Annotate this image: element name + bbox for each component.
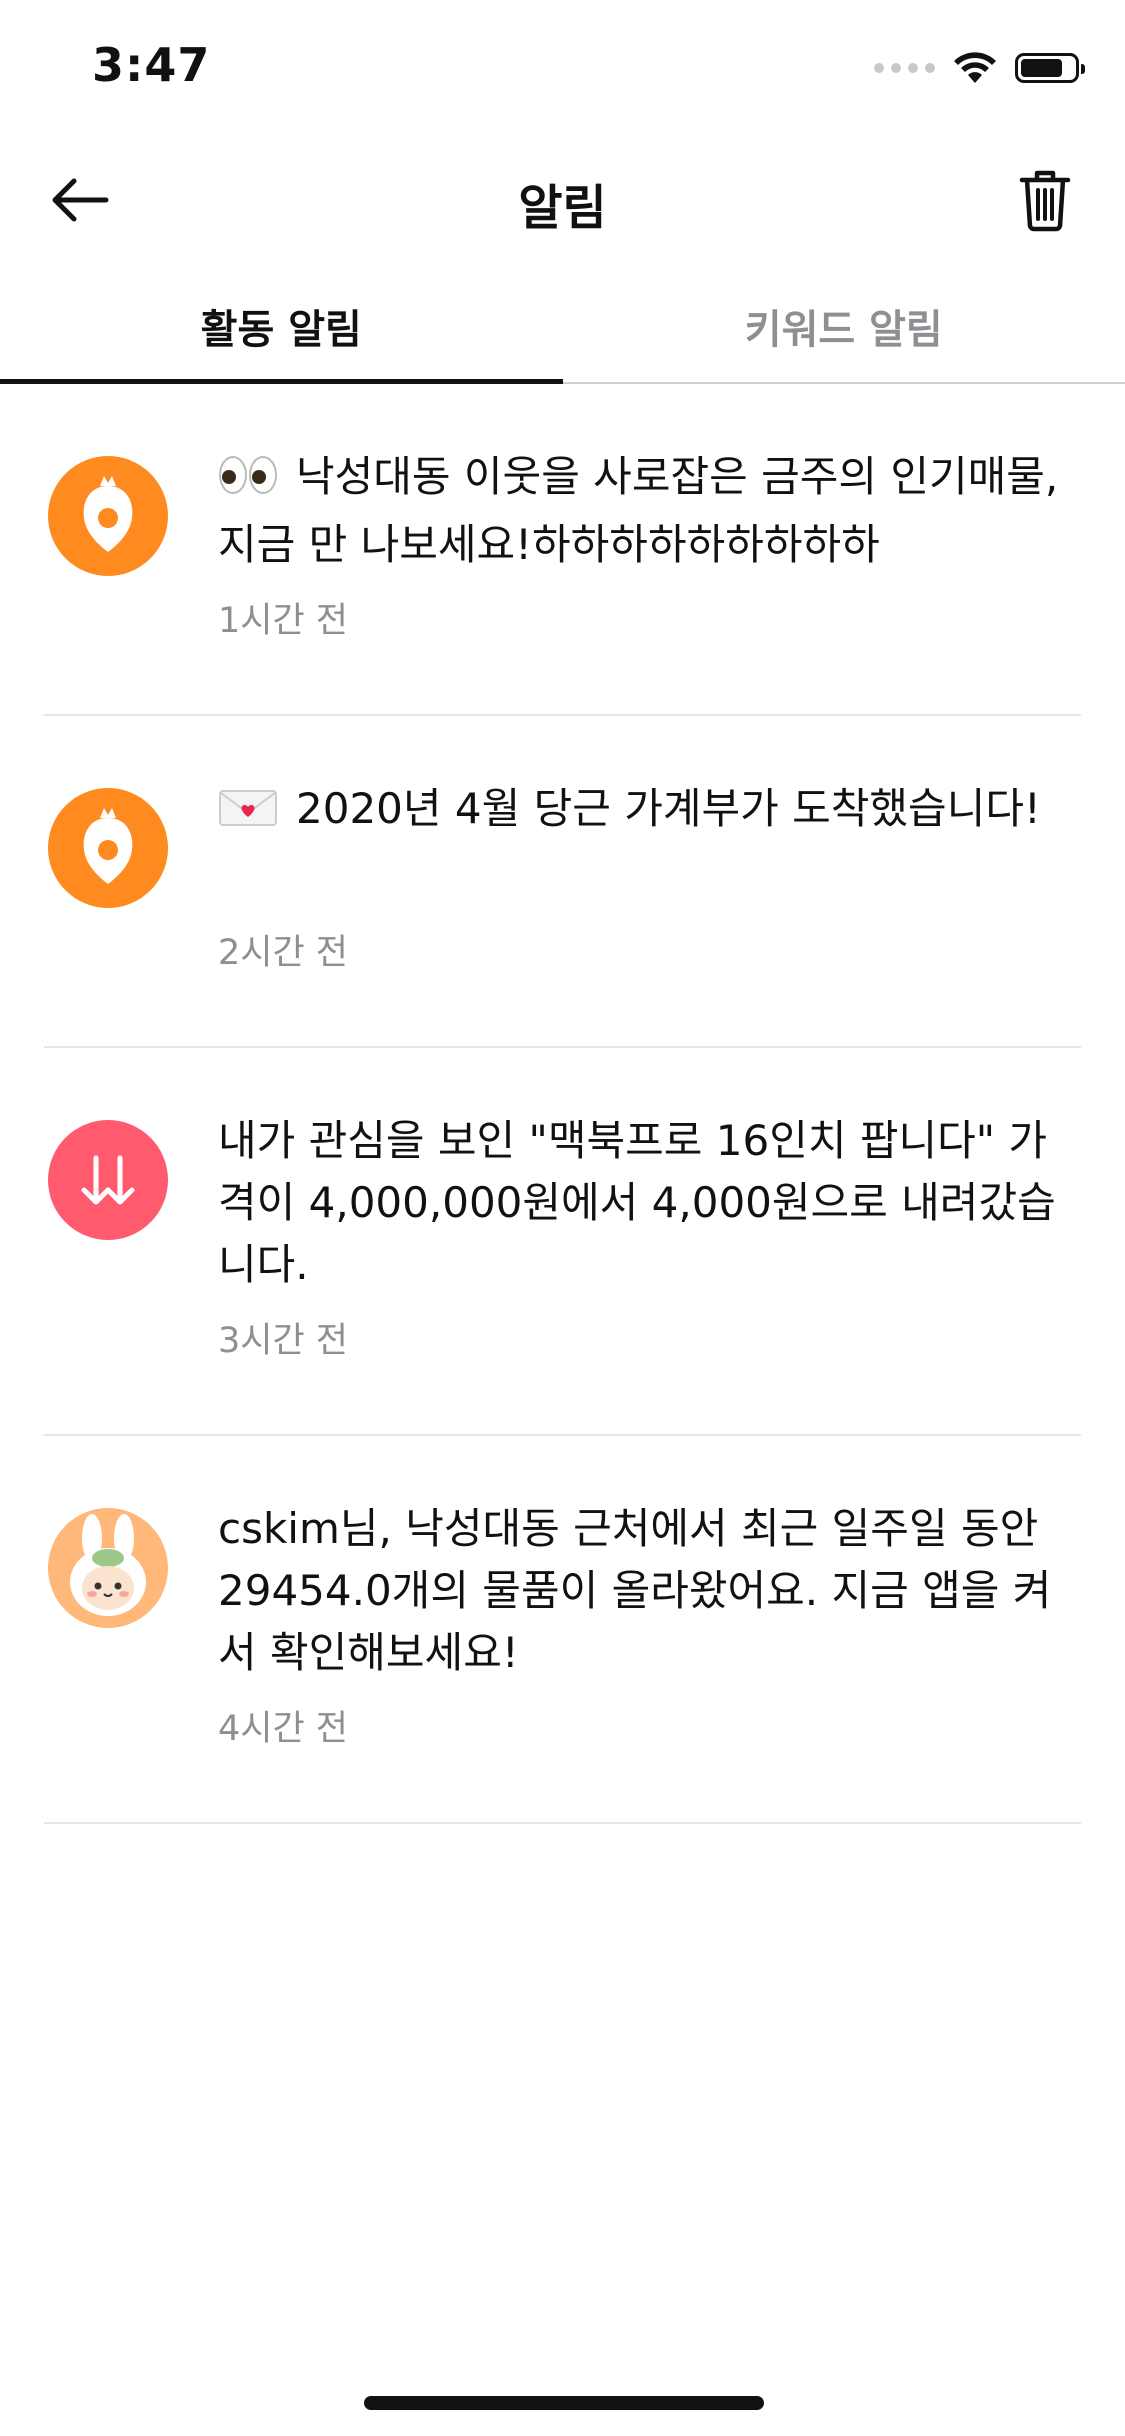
love-letter-emoji — [218, 784, 278, 846]
status-time: 3:47 — [92, 38, 211, 92]
bunny-avatar-icon — [48, 1508, 168, 1628]
navigation-bar: 알림 — [0, 140, 1125, 260]
wifi-icon — [954, 52, 996, 83]
notification-text: 2020년 4월 당근 가계부가 도착했습니다! — [218, 778, 1078, 846]
tab-keyword[interactable]: 키워드 알림 — [563, 270, 1125, 382]
notification-time: 4시간 전 — [218, 1709, 348, 1749]
notification-time: 3시간 전 — [218, 1321, 348, 1361]
divider — [44, 1822, 1081, 1824]
list-item[interactable]: 2020년 4월 당근 가계부가 도착했습니다! 2시간 전 — [0, 716, 1125, 1048]
eyes-emoji — [218, 452, 278, 514]
notification-text: cskim님, 낙성대동 근처에서 최근 일주일 동안 29454.0개의 물품… — [218, 1504, 1052, 1677]
notification-tabs: 활동 알림 키워드 알림 — [0, 270, 1125, 384]
notification-time: 2시간 전 — [218, 933, 348, 973]
list-item[interactable]: 낙성대동 이웃을 사로잡은 금주의 인기매물, 지금 만 나보세요!하하하하하하… — [0, 384, 1125, 716]
trash-icon — [1019, 170, 1071, 232]
notification-text: 내가 관심을 보인 "맥북프로 16인치 팝니다" 가격이 4,000,000원… — [218, 1116, 1056, 1289]
cellular-signal-icon — [874, 63, 935, 73]
notification-list: 낙성대동 이웃을 사로잡은 금주의 인기매물, 지금 만 나보세요!하하하하하하… — [0, 384, 1125, 1824]
carrot-logo-icon — [48, 456, 168, 576]
battery-icon — [1015, 53, 1085, 83]
list-item[interactable]: 내가 관심을 보인 "맥북프로 16인치 팝니다" 가격이 4,000,000원… — [0, 1048, 1125, 1436]
carrot-logo-icon — [48, 788, 168, 908]
status-icons — [874, 46, 1085, 90]
status-bar: 3:47 — [0, 0, 1125, 140]
notification-text: 낙성대동 이웃을 사로잡은 금주의 인기매물, 지금 만 나보세요!하하하하하하… — [218, 452, 1059, 569]
tab-activity[interactable]: 활동 알림 — [0, 270, 563, 384]
notification-time: 1시간 전 — [218, 601, 348, 641]
home-indicator[interactable] — [364, 2396, 764, 2410]
price-down-icon — [48, 1120, 168, 1240]
page-title: 알림 — [518, 180, 607, 236]
delete-button[interactable] — [1009, 162, 1081, 238]
list-item[interactable]: cskim님, 낙성대동 근처에서 최근 일주일 동안 29454.0개의 물품… — [0, 1436, 1125, 1824]
